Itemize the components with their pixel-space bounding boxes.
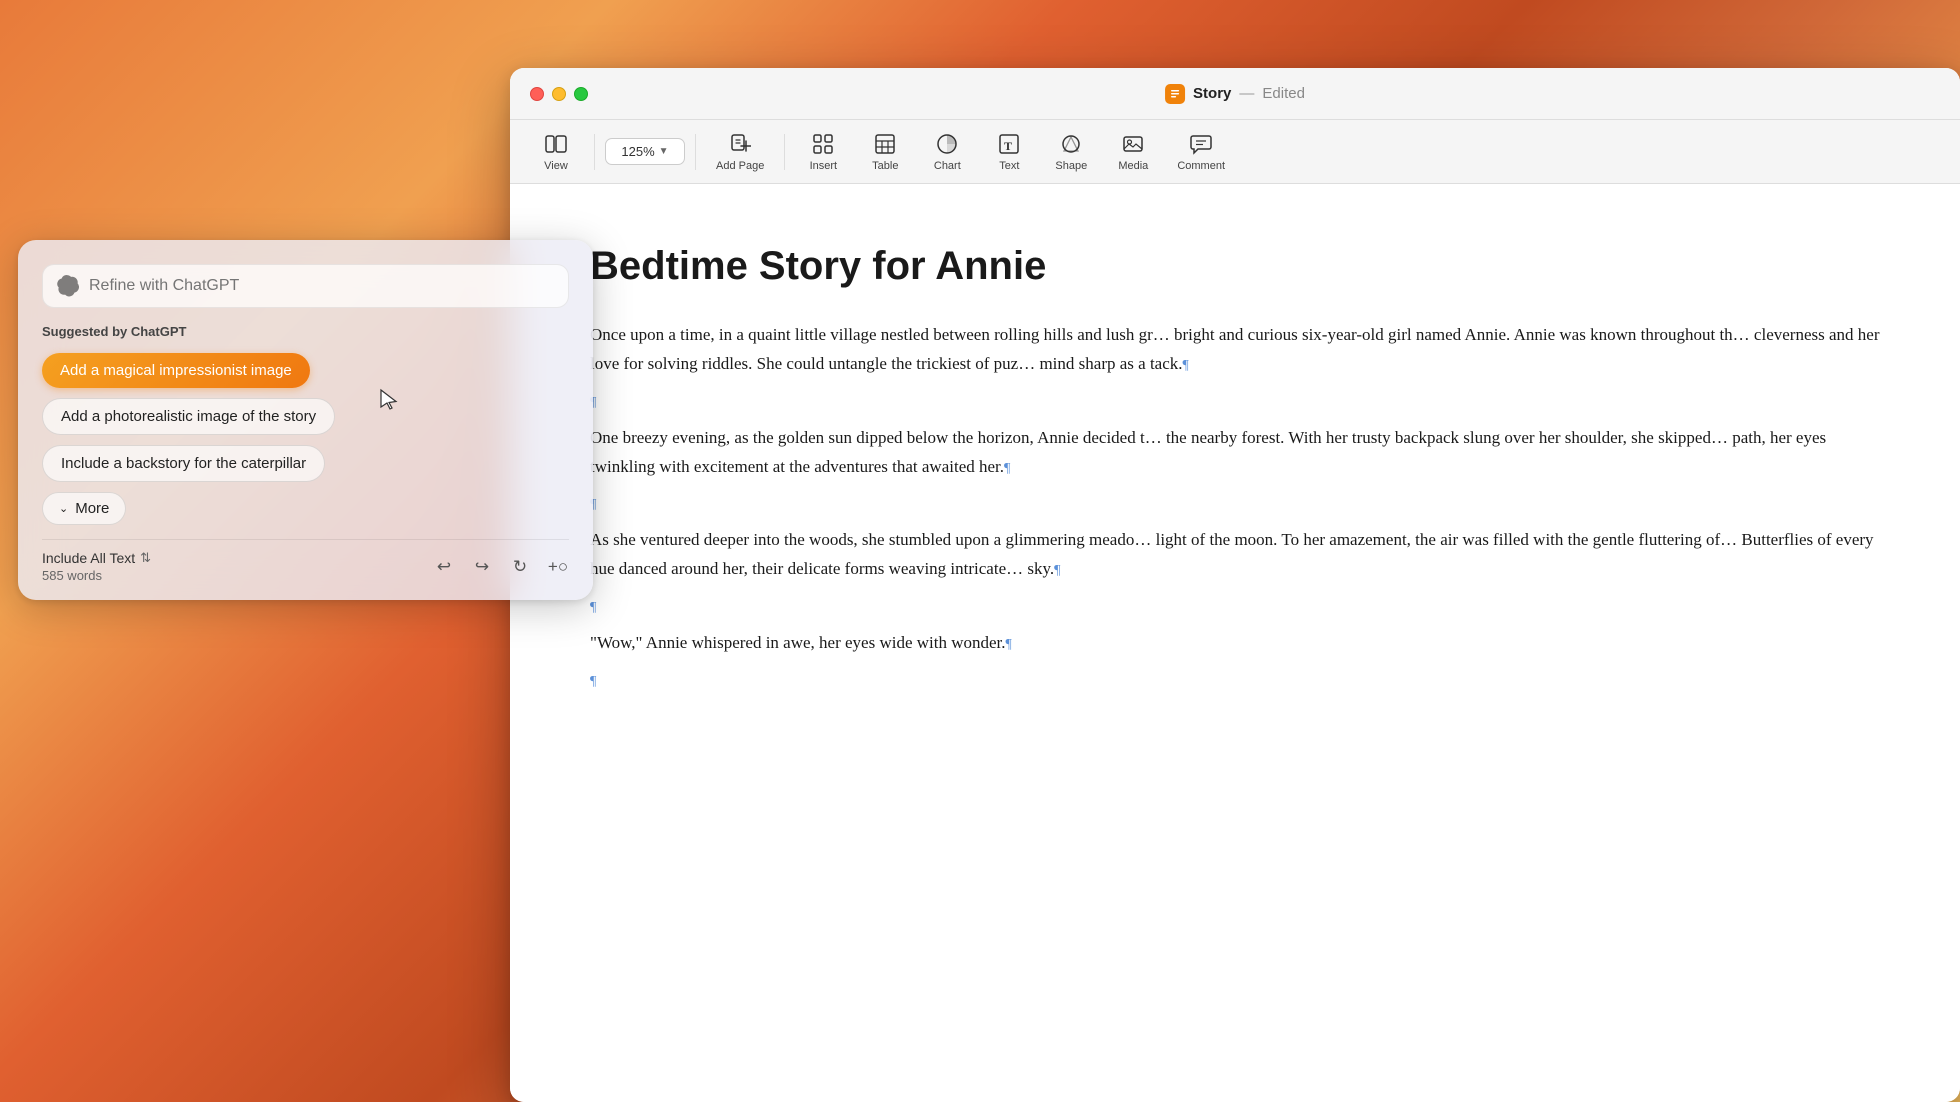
add-page-icon — [728, 132, 752, 156]
footer-icons: ↩ ↪ ↻ +○ — [433, 556, 569, 578]
insert-icon — [811, 132, 835, 156]
pilcrow-5: ¶ — [1054, 563, 1060, 578]
pilcrow-6: ¶ — [590, 600, 596, 615]
chevron-down-icon: ⌄ — [59, 502, 68, 515]
refine-input[interactable] — [89, 277, 554, 295]
comment-icon — [1189, 132, 1213, 156]
toolbar-divider-2 — [695, 134, 696, 170]
doc-para-4: "Wow," Annie whispered in awe, her eyes … — [590, 629, 1880, 658]
word-count: 585 words — [42, 568, 151, 583]
zoom-control[interactable]: 125% ▼ — [605, 138, 685, 165]
pilcrow-3: ¶ — [1004, 461, 1010, 476]
more-button[interactable]: ⌄ More — [42, 492, 126, 525]
insert-label: Insert — [810, 160, 838, 172]
chart-label: Chart — [934, 160, 961, 172]
window-title-area: Story — Edited — [1165, 84, 1305, 104]
toolbar-add-page[interactable]: Add Page — [706, 126, 774, 178]
pilcrow-8: ¶ — [590, 674, 596, 689]
toolbar-table[interactable]: Table — [857, 126, 913, 178]
text-label: Text — [999, 160, 1019, 172]
title-separator: — — [1239, 85, 1254, 102]
app-window: Story — Edited View 125% ▼ — [510, 68, 1960, 1102]
zoom-chevron: ▼ — [659, 146, 669, 157]
add-page-label: Add Page — [716, 160, 764, 172]
window-title-status: Edited — [1262, 85, 1305, 102]
titlebar: Story — Edited — [510, 68, 1960, 120]
doc-title: Bedtime Story for Annie — [590, 244, 1880, 289]
suggested-label: Suggested by ChatGPT — [42, 324, 569, 339]
toolbar-insert[interactable]: Insert — [795, 126, 851, 178]
doc-content[interactable]: Bedtime Story for Annie Once upon a time… — [510, 184, 1960, 1102]
maximize-button[interactable] — [574, 87, 588, 101]
toolbar-comment[interactable]: Comment — [1167, 126, 1235, 178]
undo-icon[interactable]: ↩ — [433, 556, 455, 578]
comment-label: Comment — [1177, 160, 1225, 172]
doc-para-1: Once upon a time, in a quaint little vil… — [590, 321, 1880, 379]
close-button[interactable] — [530, 87, 544, 101]
shape-label: Shape — [1055, 160, 1087, 172]
toolbar-divider-1 — [594, 134, 595, 170]
doc-para-break-4: ¶ — [590, 666, 1880, 695]
doc-para-break-3: ¶ — [590, 592, 1880, 621]
media-icon — [1121, 132, 1145, 156]
toolbar-shape[interactable]: Shape — [1043, 126, 1099, 178]
traffic-lights — [530, 87, 588, 101]
table-icon — [873, 132, 897, 156]
toolbar-chart[interactable]: Chart — [919, 126, 975, 178]
doc-para-2: One breezy evening, as the golden sun di… — [590, 424, 1880, 482]
chart-icon — [935, 132, 959, 156]
toolbar-view[interactable]: View — [528, 126, 584, 178]
view-label: View — [544, 160, 568, 172]
doc-para-3: As she ventured deeper into the woods, s… — [590, 526, 1880, 584]
toolbar: View 125% ▼ Add Page — [510, 120, 1960, 184]
shape-icon — [1059, 132, 1083, 156]
refresh-icon[interactable]: ↻ — [509, 556, 531, 578]
svg-text:T: T — [1004, 139, 1012, 153]
suggestion-photorealistic-image[interactable]: Add a photorealistic image of the story — [42, 398, 335, 435]
suggestion-magical-image[interactable]: Add a magical impressionist image — [42, 353, 310, 388]
add-icon[interactable]: +○ — [547, 556, 569, 578]
table-label: Table — [872, 160, 898, 172]
include-text-arrows: ⇅ — [140, 550, 151, 566]
include-all-text[interactable]: Include All Text ⇅ — [42, 550, 151, 566]
pilcrow-7: ¶ — [1006, 637, 1012, 652]
doc-para-break-1: ¶ — [590, 387, 1880, 416]
chatgpt-panel: Suggested by ChatGPT Add a magical impre… — [18, 240, 593, 600]
pages-icon — [1165, 84, 1185, 104]
doc-para-break-2: ¶ — [590, 489, 1880, 518]
toolbar-text[interactable]: T Text — [981, 126, 1037, 178]
redo-icon[interactable]: ↪ — [471, 556, 493, 578]
zoom-value: 125% — [621, 144, 654, 159]
minimize-button[interactable] — [552, 87, 566, 101]
window-title-name: Story — [1193, 85, 1231, 102]
chatgpt-icon — [57, 275, 79, 297]
refine-input-wrapper[interactable] — [42, 264, 569, 308]
suggestion-backstory-caterpillar[interactable]: Include a backstory for the caterpillar — [42, 445, 325, 482]
media-label: Media — [1118, 160, 1148, 172]
text-icon: T — [997, 132, 1021, 156]
toolbar-divider-3 — [784, 134, 785, 170]
toolbar-media[interactable]: Media — [1105, 126, 1161, 178]
suggestions-list: Add a magical impressionist image Add a … — [42, 353, 569, 525]
panel-footer: Include All Text ⇅ 585 words ↩ ↪ ↻ +○ — [42, 539, 569, 583]
pilcrow-1: ¶ — [1183, 358, 1189, 373]
view-icon — [544, 132, 568, 156]
